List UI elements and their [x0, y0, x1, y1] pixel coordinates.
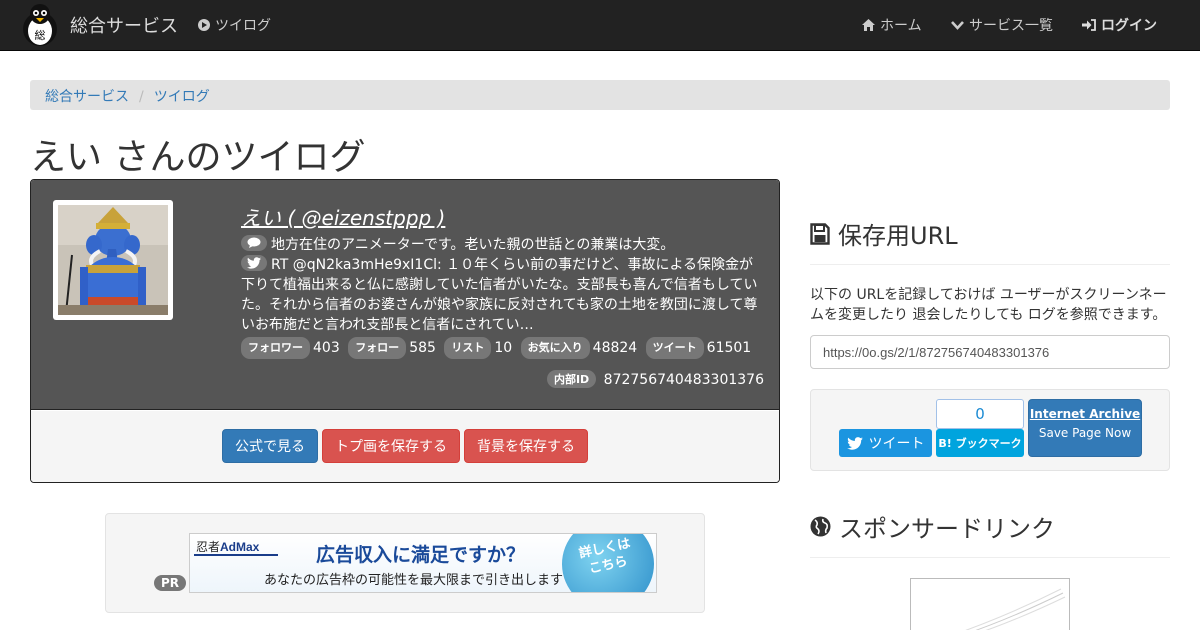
ia-title: Internet Archive — [1029, 407, 1141, 421]
ad-headline: 広告収入に満足ですか？ — [316, 544, 526, 566]
latest-tweet: RT @qN2ka3mHe9xI1Cl: １０年くらい前の事だけど、事故による保… — [241, 255, 763, 335]
pr-box: PR 忍者AdMax 広告収入に満足ですか？ あなたの広告枠の可能性を最大限まで… — [105, 513, 705, 613]
tweet-button[interactable]: ツイート — [839, 429, 932, 457]
latest-tweet-text: RT @qN2ka3mHe9xI1Cl: １０年くらい前の事だけど、事故による保… — [241, 257, 758, 333]
profile-name-link[interactable]: えい ( @eizenstppp ) — [241, 202, 763, 231]
stat-label-lists: リスト — [444, 337, 492, 359]
stat-label-followers: フォロワー — [241, 337, 310, 359]
floppy-disk-icon — [810, 222, 830, 245]
sponsor-ad-graphic — [965, 588, 1066, 630]
ad-banner[interactable]: 忍者AdMax 広告収入に満足ですか？ あなたの広告枠の可能性を最大限まで引き出… — [189, 533, 657, 593]
pr-badge: PR — [154, 575, 187, 591]
profile-stats: フォロワー 403 フォロー 585 リスト 10 お気に入り 48824 ツイート 61… — [241, 337, 763, 359]
stat-label-following: フォロー — [348, 337, 407, 359]
avatar[interactable] — [53, 200, 173, 320]
hatena-bookmark-button[interactable]: B! ブックマーク — [936, 429, 1024, 457]
internal-id-value: 872756740483301376 — [603, 372, 764, 388]
ad-brand-a: 忍者 — [196, 540, 221, 554]
profile-bio: 地方在住のアニメーターです。老いた親の世話との兼業は大変。 — [241, 235, 763, 255]
brand-link[interactable]: 総 総合サービス — [20, 2, 178, 48]
profile-info: えい ( @eizenstppp ) 地方在住のアニメーターです。老いた親の世話… — [241, 202, 763, 359]
nav-home[interactable]: ホーム — [862, 0, 922, 50]
save-background-button[interactable]: 背景を保存する — [464, 429, 588, 463]
sponsor-heading: スポンサードリンク — [810, 509, 1055, 544]
home-icon — [862, 19, 875, 31]
comment-icon — [241, 235, 267, 251]
ad-brand: 忍者AdMax — [196, 538, 259, 555]
stat-value-favorites: 48824 — [592, 340, 638, 356]
sponsor-ad-frame[interactable] — [910, 578, 1070, 630]
internet-archive-button[interactable]: Internet Archive Save Page Now — [1028, 399, 1142, 457]
avatar-image — [58, 205, 168, 315]
internal-id: 内部ID 872756740483301376 — [546, 370, 764, 388]
internal-id-label: 内部ID — [546, 370, 597, 388]
profile-actions: 公式で見る トプ画を保存する 背景を保存する — [31, 411, 779, 482]
profile-panel: えい ( @eizenstppp ) 地方在住のアニメーターです。老いた親の世話… — [30, 179, 780, 483]
profile-bio-text: 地方在住のアニメーターです。老いた親の世話との兼業は大変。 — [271, 237, 675, 253]
nav-home-label: ホーム — [880, 18, 922, 34]
nav-twilog-label: ツイログ — [215, 18, 271, 34]
save-url-title: 保存用URL — [838, 222, 958, 250]
sign-in-icon — [1082, 19, 1096, 31]
stat-value-tweets: 61501 — [706, 340, 752, 356]
view-official-button[interactable]: 公式で見る — [222, 429, 318, 463]
tweet-button-label: ツイート — [868, 436, 925, 452]
breadcrumb: 総合サービス / ツイログ — [30, 80, 1170, 110]
save-avatar-button[interactable]: トプ画を保存する — [322, 429, 460, 463]
save-url-input[interactable] — [810, 335, 1170, 369]
ia-subtitle: Save Page Now — [1038, 426, 1132, 440]
chevron-circle-right-icon — [198, 19, 210, 31]
save-url-description: 以下の URLを記録しておけば ユーザーがスクリーンネームを変更したり 退会した… — [810, 287, 1167, 323]
stat-value-followers: 403 — [313, 340, 340, 356]
divider — [810, 264, 1170, 265]
sponsor-title: スポンサードリンク — [839, 515, 1055, 543]
breadcrumb-item-twilog[interactable]: ツイログ — [154, 89, 210, 105]
stat-value-following: 585 — [409, 340, 436, 356]
svg-text:総: 総 — [35, 28, 46, 42]
nav-login[interactable]: ログイン — [1082, 0, 1157, 50]
penguin-logo-icon: 総 — [23, 4, 57, 46]
ad-subtext: あなたの広告枠の可能性を最大限まで引き出します — [264, 573, 564, 588]
profile-header: えい ( @eizenstppp ) 地方在住のアニメーターです。老いた親の世話… — [31, 180, 779, 410]
ad-divider — [194, 554, 278, 556]
globe-icon — [810, 516, 831, 537]
breadcrumb-item-home[interactable]: 総合サービス — [45, 89, 129, 105]
nav-login-label: ログイン — [1101, 18, 1157, 34]
nav-services[interactable]: サービス一覧 — [951, 0, 1053, 50]
stat-label-favorites: お気に入り — [520, 337, 590, 359]
chevron-down-icon — [951, 21, 964, 30]
page-title: えい さんのツイログ — [30, 137, 366, 178]
nav-services-label: サービス一覧 — [969, 18, 1053, 34]
save-url-heading: 保存用URL — [810, 216, 958, 251]
brand-title: 総合サービス — [70, 16, 178, 37]
divider — [810, 557, 1170, 558]
breadcrumb-separator: / — [139, 89, 144, 105]
twitter-bird-icon — [846, 436, 863, 450]
twitter-icon — [241, 255, 267, 271]
share-box: ツイート 0 B! ブックマーク Internet Archive Save P… — [810, 389, 1170, 471]
hatena-count: 0 — [936, 399, 1024, 429]
nav-twilog[interactable]: ツイログ — [198, 0, 271, 50]
ad-brand-b: AdMax — [220, 540, 260, 554]
ad-cta: 詳しくは こちら — [553, 534, 656, 592]
navbar: 総 総合サービス ツイログ ホーム サービス一覧 ログイン — [0, 0, 1200, 51]
stat-label-tweets: ツイート — [645, 337, 704, 359]
stat-value-lists: 10 — [494, 340, 513, 356]
